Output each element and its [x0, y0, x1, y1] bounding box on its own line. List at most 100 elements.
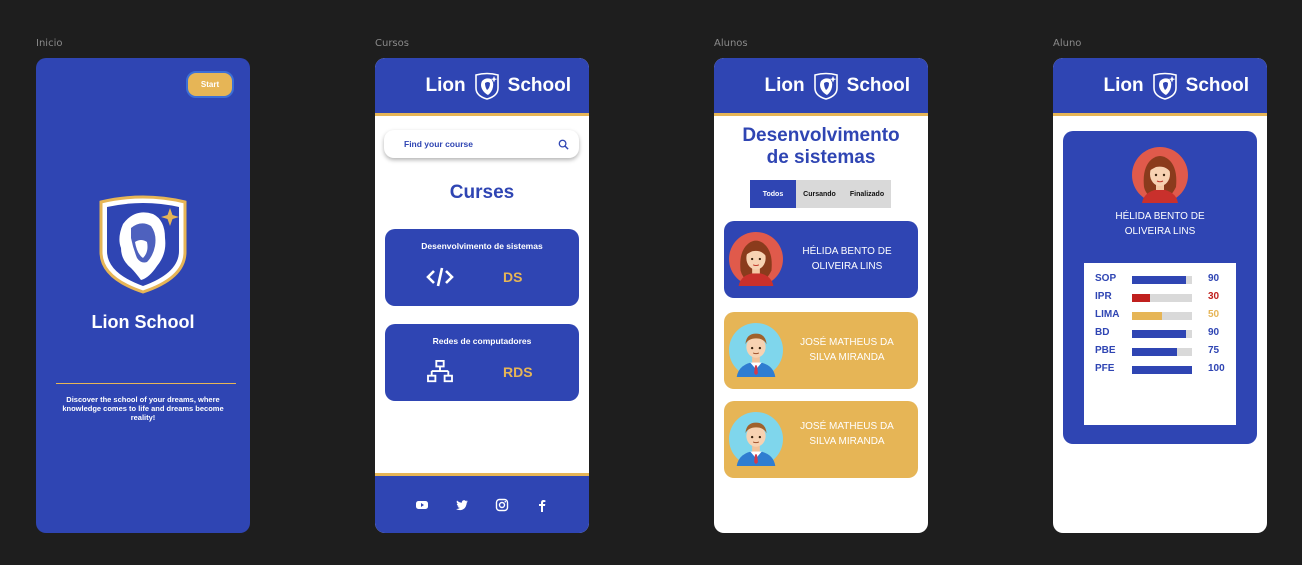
- lion-logo-icon: [813, 72, 839, 100]
- student-card[interactable]: JOSÉ MATHEUS DA SILVA MIRANDA: [724, 312, 918, 389]
- page-title: Curses: [449, 182, 515, 203]
- grade-value: 100: [1208, 363, 1225, 374]
- youtube-icon[interactable]: [415, 498, 429, 512]
- student-avatar: [729, 232, 783, 286]
- student-name: JOSÉ MATHEUS DA SILVA MIRANDA: [782, 419, 912, 449]
- brand-word-1: Lion: [1103, 74, 1144, 96]
- start-button[interactable]: Start: [186, 71, 234, 98]
- screen-alunos: Lion School Desenvolvimento de sistemas …: [714, 58, 928, 533]
- course-abbr: RDS: [503, 364, 533, 380]
- app-title: Lion School: [91, 312, 195, 332]
- student-avatar: [729, 323, 783, 377]
- grade-row: SOP 90: [1084, 273, 1236, 291]
- grade-subject: SOP: [1095, 273, 1117, 284]
- search-icon[interactable]: [558, 139, 569, 150]
- grade-bar: [1132, 330, 1192, 338]
- footer: [375, 473, 589, 533]
- student-name-line1: HÉLIDA BENTO DE: [1115, 211, 1205, 222]
- twitter-icon[interactable]: [455, 498, 469, 512]
- grade-bar-fill: [1132, 312, 1162, 320]
- student-name: JOSÉ MATHEUS DA SILVA MIRANDA: [782, 335, 912, 365]
- grade-bar: [1132, 294, 1192, 302]
- filter-finalizado[interactable]: Finalizado: [843, 180, 891, 208]
- grade-value: 75: [1208, 345, 1220, 356]
- grade-bar: [1132, 366, 1192, 374]
- facebook-icon[interactable]: [535, 498, 549, 512]
- course-heading: Desenvolvimento de sistemas: [714, 125, 928, 169]
- search-placeholder: Find your course: [404, 139, 473, 149]
- filter-todos[interactable]: Todos: [750, 180, 796, 208]
- student-name-line1: JOSÉ MATHEUS DA: [800, 421, 894, 432]
- grade-value: 90: [1208, 273, 1220, 284]
- frame-label-cursos: Cursos: [375, 38, 409, 49]
- screen-inicio: Start Lion School Discover the school of…: [36, 58, 250, 533]
- header: Lion School: [375, 58, 589, 116]
- brand-word-2: School: [507, 74, 571, 96]
- grades-panel: SOP 90 IPR 30 LIMA 50 BD 90 PBE 75 PFE 100: [1084, 263, 1236, 425]
- grade-bar: [1132, 348, 1192, 356]
- grade-row: LIMA 50: [1084, 309, 1236, 327]
- grade-bar-fill: [1132, 330, 1186, 338]
- grade-value: 30: [1208, 291, 1220, 302]
- grade-subject: PBE: [1095, 345, 1116, 356]
- grade-row: BD 90: [1084, 327, 1236, 345]
- student-avatar: [1132, 147, 1188, 203]
- divider: [56, 383, 236, 384]
- grade-value: 50: [1208, 309, 1220, 320]
- student-avatar: [729, 412, 783, 466]
- student-card[interactable]: JOSÉ MATHEUS DA SILVA MIRANDA: [724, 401, 918, 478]
- instagram-icon[interactable]: [495, 498, 509, 512]
- grade-subject: IPR: [1095, 291, 1112, 302]
- filter-cursando[interactable]: Cursando: [796, 180, 843, 208]
- student-name-line1: HÉLIDA BENTO DE: [802, 246, 892, 257]
- network-icon: [427, 360, 453, 383]
- course-heading-line1: Desenvolvimento: [742, 125, 900, 146]
- frame-label-inicio: Inicio: [36, 38, 63, 49]
- header: Lion School: [714, 58, 928, 116]
- brand-word-1: Lion: [425, 74, 466, 96]
- status-filter: Todos Cursando Finalizado: [750, 180, 891, 208]
- course-name: Redes de computadores: [432, 336, 532, 346]
- grade-subject: PFE: [1095, 363, 1115, 374]
- tagline: Discover the school of your dreams, wher…: [62, 395, 224, 422]
- course-name: Desenvolvimento de sistemas: [421, 241, 543, 251]
- course-heading-line2: de sistemas: [766, 147, 876, 168]
- student-name: HÉLIDA BENTO DE OLIVEIRA LINS: [782, 244, 912, 274]
- student-detail-card: HÉLIDA BENTO DE OLIVEIRA LINS SOP 90 IPR 30…: [1063, 131, 1257, 444]
- lion-logo-icon: [474, 72, 500, 100]
- lion-logo-icon: [97, 194, 189, 294]
- student-name-line2: OLIVEIRA LINS: [811, 261, 883, 272]
- student-name-line1: JOSÉ MATHEUS DA: [800, 337, 894, 348]
- grade-bar: [1132, 312, 1192, 320]
- course-card-ds[interactable]: Desenvolvimento de sistemas DS: [385, 229, 579, 306]
- grade-bar: [1132, 276, 1192, 284]
- student-name-line2: SILVA MIRANDA: [809, 436, 885, 447]
- brand-word-2: School: [846, 74, 910, 96]
- grade-row: PFE 100: [1084, 363, 1236, 381]
- lion-logo-icon: [1152, 72, 1178, 100]
- student-name-line2: OLIVEIRA LINS: [1124, 226, 1196, 237]
- screen-cursos: Lion School Find your course Curses Dese…: [375, 58, 589, 533]
- grade-subject: LIMA: [1095, 309, 1120, 320]
- frame-label-alunos: Alunos: [714, 38, 748, 49]
- screen-aluno: Lion School HÉLIDA BENTO DE OLIVEIRA LIN…: [1053, 58, 1267, 533]
- grade-bar-fill: [1132, 348, 1177, 356]
- grade-bar-fill: [1132, 276, 1186, 284]
- course-abbr: DS: [503, 269, 523, 285]
- grade-subject: BD: [1095, 327, 1110, 338]
- brand-word-1: Lion: [764, 74, 805, 96]
- code-icon: [426, 267, 454, 287]
- header: Lion School: [1053, 58, 1267, 116]
- search-input[interactable]: Find your course: [384, 130, 579, 158]
- grade-row: PBE 75: [1084, 345, 1236, 363]
- grade-bar-fill: [1132, 294, 1150, 302]
- brand-word-2: School: [1185, 74, 1249, 96]
- grade-value: 90: [1208, 327, 1220, 338]
- grade-row: IPR 30: [1084, 291, 1236, 309]
- student-name: HÉLIDA BENTO DE OLIVEIRA LINS: [1083, 209, 1237, 239]
- grade-bar-fill: [1132, 366, 1192, 374]
- student-card[interactable]: HÉLIDA BENTO DE OLIVEIRA LINS: [724, 221, 918, 298]
- course-card-rds[interactable]: Redes de computadores RDS: [385, 324, 579, 401]
- student-name-line2: SILVA MIRANDA: [809, 352, 885, 363]
- frame-label-aluno: Aluno: [1053, 38, 1082, 49]
